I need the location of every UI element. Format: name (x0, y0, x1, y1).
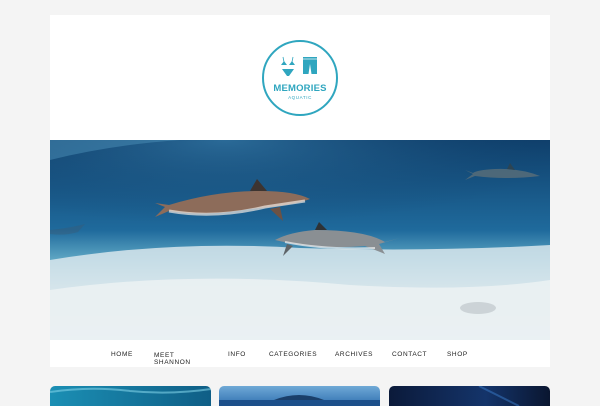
page-card: MEMORIES AQUATIC HOME MEET SHANNON INFO … (50, 15, 550, 367)
hero-image (50, 140, 550, 340)
main-nav: HOME MEET SHANNON INFO CATEGORIES ARCHIV… (50, 340, 550, 367)
shark-photo (50, 140, 550, 340)
nav-contact[interactable]: CONTACT (392, 351, 427, 358)
nav-info[interactable]: INFO (228, 351, 246, 358)
logo-subtitle: AQUATIC (288, 95, 312, 100)
bikini-icon (281, 56, 295, 76)
post-thumbnail-2[interactable] (219, 386, 380, 406)
post-thumbnail-3[interactable] (389, 386, 550, 406)
post-thumbnail-1[interactable] (50, 386, 211, 406)
nav-categories[interactable]: CATEGORIES (269, 351, 317, 358)
nav-meet-shannon[interactable]: MEET SHANNON (154, 352, 190, 366)
logo-title: MEMORIES (273, 83, 327, 94)
nav-home[interactable]: HOME (111, 351, 133, 358)
logo-circle: MEMORIES AQUATIC (262, 40, 338, 116)
swim-trunks-icon (303, 57, 317, 74)
nav-archives[interactable]: ARCHIVES (335, 351, 373, 358)
nav-shop[interactable]: SHOP (447, 351, 468, 358)
site-logo[interactable]: MEMORIES AQUATIC (262, 40, 338, 116)
